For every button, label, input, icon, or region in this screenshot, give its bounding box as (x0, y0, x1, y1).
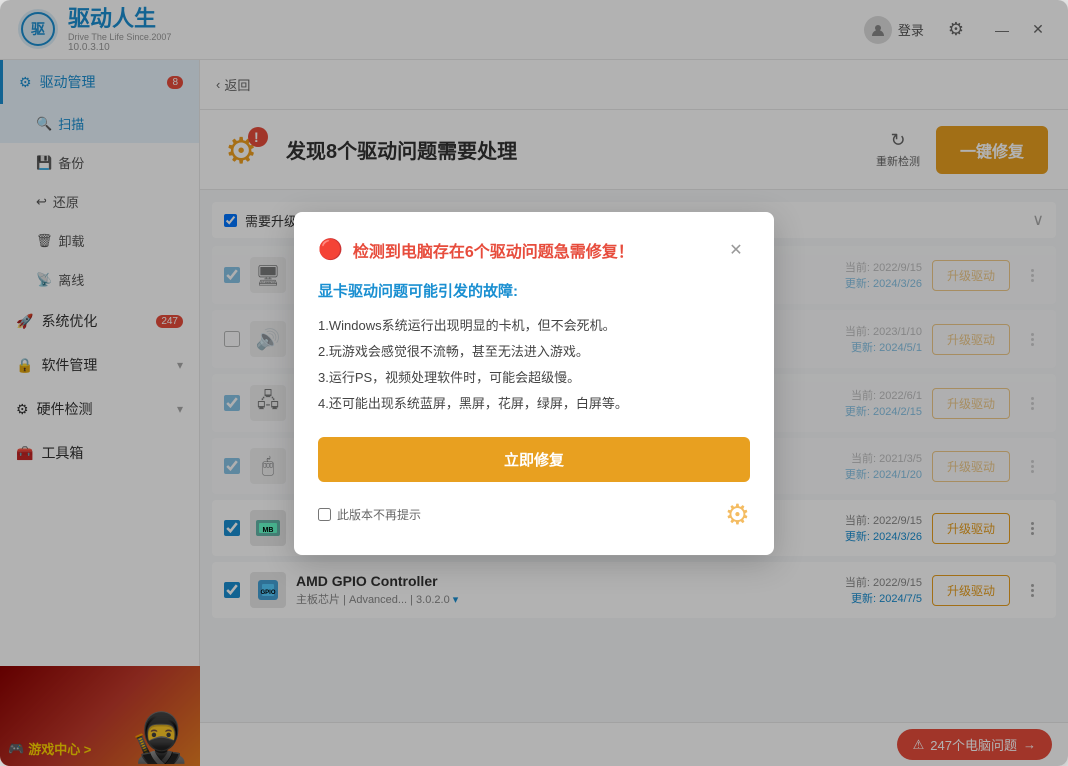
modal-fix-button[interactable]: 立即修复 (318, 437, 750, 482)
no-remind-label: 此版本不再提示 (337, 506, 421, 523)
modal-title: 检测到电脑存在6个驱动问题急需修复！ (353, 238, 712, 262)
error-circle-icon: 🔴 (318, 237, 343, 262)
content-area: ‹ 返回 ⚙ ! 发现8个驱动问题需要处理 ↻ 重新检测 (200, 60, 1068, 766)
modal-item-1: 1.Windows系统运行出现明显的卡机，但不会死机。 (318, 313, 750, 339)
modal-list: 1.Windows系统运行出现明显的卡机，但不会死机。 2.玩游戏会感觉很不流畅… (318, 313, 750, 417)
gear-spin-icon: ⚙ (725, 498, 750, 531)
app-window: 驱 驱动人生 Drive The Life Since.2007 10.0.3.… (0, 0, 1068, 766)
modal-item-3: 3.运行PS，视频处理软件时，可能会超级慢。 (318, 365, 750, 391)
modal-close-button[interactable]: ✕ (722, 236, 750, 264)
no-remind-checkbox[interactable] (318, 508, 331, 521)
modal-title-row: 🔴 检测到电脑存在6个驱动问题急需修复！ ✕ (318, 236, 750, 264)
modal-subtitle: 显卡驱动问题可能引发的故障: (318, 280, 750, 301)
modal-footer: 此版本不再提示 ⚙ (318, 498, 750, 531)
alert-modal: 🔴 检测到电脑存在6个驱动问题急需修复！ ✕ 显卡驱动问题可能引发的故障: 1.… (294, 212, 774, 555)
modal-item-2: 2.玩游戏会感觉很不流畅，甚至无法进入游戏。 (318, 339, 750, 365)
main-layout: ⚙ 驱动管理 8 🔍 扫描 💾 备份 ↩ 还原 🗑 卸载 📡 (0, 60, 1068, 766)
modal-item-4: 4.还可能出现系统蓝屏，黑屏，花屏，绿屏，白屏等。 (318, 391, 750, 417)
modal-overlay: 🔴 检测到电脑存在6个驱动问题急需修复！ ✕ 显卡驱动问题可能引发的故障: 1.… (200, 60, 1068, 766)
no-remind-checkbox-label[interactable]: 此版本不再提示 (318, 506, 421, 523)
